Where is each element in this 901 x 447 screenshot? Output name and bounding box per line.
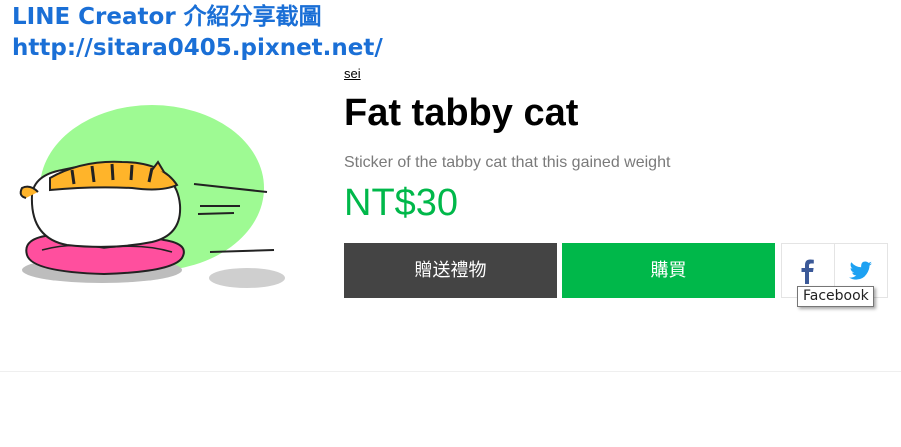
watermark-overlay: LINE Creator 介紹分享截圖 http://sitara0405.pi… <box>12 2 383 64</box>
watermark-line-2: http://sitara0405.pixnet.net/ <box>12 35 383 61</box>
product-price: NT$30 <box>344 182 459 224</box>
product-title: Fat tabby cat <box>344 92 579 134</box>
send-gift-button[interactable]: 贈送禮物 <box>344 243 557 298</box>
buy-button[interactable]: 購買 <box>562 243 775 298</box>
twitter-icon <box>849 261 872 280</box>
product-description: Sticker of the tabby cat that this gaine… <box>344 154 671 171</box>
section-divider <box>0 371 901 372</box>
sticker-image <box>12 100 292 300</box>
facebook-icon <box>801 259 814 284</box>
watermark-line-1: LINE Creator 介紹分享截圖 <box>12 4 322 30</box>
facebook-tooltip: Facebook <box>797 286 874 307</box>
author-link[interactable]: sei <box>344 66 361 81</box>
